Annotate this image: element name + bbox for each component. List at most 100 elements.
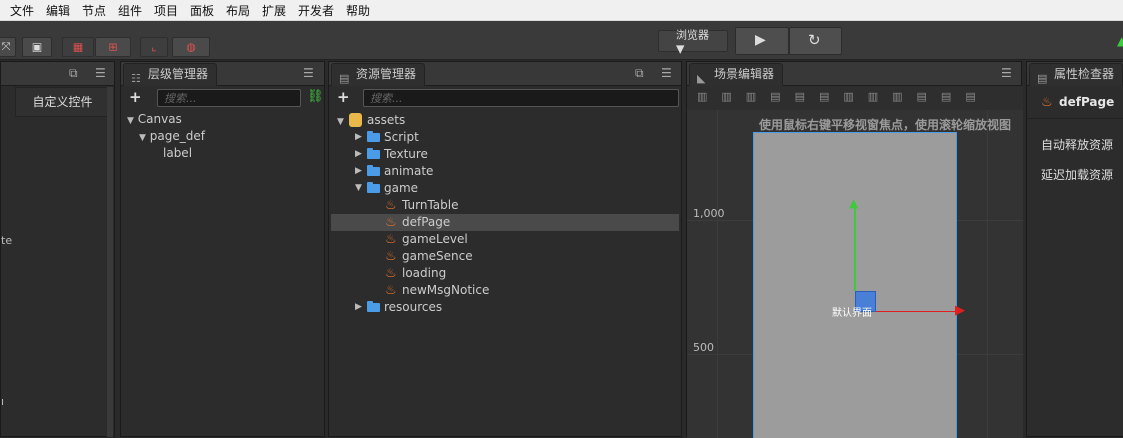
menu-icon[interactable]: ☰ [303,66,314,80]
asset-folder-texture[interactable]: ▶ Texture [355,146,675,163]
toolbar: ⤧ ▣ ▦ ⊞ ⌞ ◍ 浏览器 ▼ ▶ ↻ ▲ [0,21,1123,60]
collapse-arrow-icon: ▶ [355,302,362,312]
hierarchy-panel: ☷层级管理器 ☰ + ⛓ ▼ Canvas ▼ page_def label [120,61,325,437]
fire-icon: ♨ [385,283,397,298]
menu-node[interactable]: 节点 [82,2,106,19]
transform-tool-button[interactable]: ⤧ [0,37,16,57]
popout-icon[interactable]: ⧉ [635,66,644,81]
menu-file[interactable]: 文件 [10,2,34,19]
tree-node-canvas[interactable]: ▼ Canvas [127,111,182,128]
menu-icon[interactable]: ☰ [95,66,106,80]
asset-scene-newmsgnotice[interactable]: ♨ newMsgNotice [385,282,675,299]
popout-icon[interactable]: ⧉ [69,66,78,81]
asset-root-label: assets [367,113,406,127]
scene-viewport[interactable]: 1,000 500 使用鼠标右键平移视窗焦点，使用滚轮缩放视图 ▲ ▶ 默认界面 [687,110,1023,438]
rect-tool-button[interactable]: ▣ [22,37,52,57]
refresh-icon: ↻ [808,31,821,49]
divider [1027,118,1123,119]
scale-icon: ⤧ [1,40,11,53]
tab-assets[interactable]: ▤ 资源管理器 [331,63,426,86]
collapse-arrow-icon: ▶ [355,149,362,159]
asset-label: Script [384,130,419,144]
asset-root[interactable]: ▼ assets [337,112,677,129]
y-axis-handle[interactable] [854,205,856,291]
mode-3d-button[interactable]: ⊞ [95,37,131,57]
menu-component[interactable]: 组件 [118,2,142,19]
folder-icon [367,131,380,142]
asset-folder-resources[interactable]: ▶ resources [355,299,675,316]
menu-panel[interactable]: 面板 [190,2,214,19]
expand-arrow-icon: ▼ [127,116,134,126]
asset-label: gameLevel [402,232,468,246]
asset-scene-turntable[interactable]: ♨ TurnTable [385,197,675,214]
tab-scene[interactable]: ◣ 场景编辑器 [689,63,784,86]
align-toolbar: ▥▥▥▤▤▤▥▥▥▤▤▤ [687,86,1023,110]
menu-icon[interactable]: ☰ [661,66,672,80]
hierarchy-tab-label: 层级管理器 [148,67,209,81]
asset-label: defPage [402,215,451,229]
node-name-label: 默认界面 [832,308,872,319]
mode-3d-icon: ⊞ [108,40,118,54]
folder-icon [367,165,380,176]
menu-developer[interactable]: 开发者 [298,2,334,19]
play-icon: ▶ [755,32,766,48]
partial-text-1: te [1,234,13,247]
menu-project[interactable]: 项目 [154,2,178,19]
inspector-node-name: defPage [1059,95,1115,109]
asset-label: loading [402,266,447,280]
custom-widget-button[interactable]: 自定义控件 [15,87,110,117]
pivot-icon: ◍ [186,40,196,54]
assets-search-input[interactable] [363,89,679,107]
y-axis-label-1000: 1,000 [693,207,725,220]
inspector-tab-label: 属性检查器 [1054,67,1115,81]
asset-folder-animate[interactable]: ▶ animate [355,163,675,180]
expand-arrow-icon: ▼ [139,133,146,143]
add-asset-icon[interactable]: + [337,88,350,106]
pivot-button[interactable]: ◍ [172,37,210,57]
menu-help[interactable]: 帮助 [346,2,370,19]
play-button[interactable]: ▶ [735,27,789,55]
tree-node-page-def[interactable]: ▼ page_def [139,128,205,145]
refresh-button[interactable]: ↻ [789,27,842,55]
link-icon[interactable]: ⛓ [307,89,324,104]
asset-scene-gamelevel[interactable]: ♨ gameLevel [385,231,675,248]
mode-2d-icon: ▦ [72,40,84,54]
anchor-button[interactable]: ⌞ [140,37,168,57]
lazy-load-label: 延迟加载资源 [1041,168,1114,182]
menu-edit[interactable]: 编辑 [46,2,70,19]
folder-open-icon [367,182,380,193]
fire-icon: ♨ [385,232,397,247]
scene-tab-label: 场景编辑器 [714,67,775,81]
asset-label: animate [384,164,434,178]
asset-folder-game[interactable]: ▼ game [355,180,675,197]
assets-panel: ▤资源管理器 ⧉ ☰ + ▼ assets ▶ Script ▶ Texture ▶… [328,61,682,437]
menu-layout[interactable]: 布局 [226,2,250,19]
hierarchy-search-input[interactable] [157,89,301,107]
rect-icon: ▣ [31,40,43,54]
node-label: page_def [149,129,205,143]
asset-folder-script[interactable]: ▶ Script [355,129,675,146]
asset-scene-gamesence[interactable]: ♨ gameSence [385,248,675,265]
scene-header: ◣ 场景编辑器 ☰ [687,62,1021,86]
scene-hint: 使用鼠标右键平移视窗焦点，使用滚轮缩放视图 [759,118,1012,132]
scene-panel: ◣ 场景编辑器 ☰ ▥▥▥▤▤▤▥▥▥▤▤▤ 1,000 500 使用鼠标右键平移… [686,61,1023,438]
fire-icon: ♨ [385,198,397,213]
mode-2d-button[interactable]: ▦ [62,37,94,57]
add-node-icon[interactable]: + [129,88,142,106]
asset-scene-defpage-selected[interactable]: ♨ defPage [331,214,679,231]
menu-extension[interactable]: 扩展 [262,2,286,19]
y-axis-label-500: 500 [693,341,714,354]
tab-hierarchy[interactable]: ☷ 层级管理器 [123,63,218,86]
menu-icon[interactable]: ☰ [1001,66,1012,80]
tab-inspector[interactable]: ▤ 属性检查器 [1029,63,1123,86]
tree-node-label[interactable]: label [163,145,192,162]
align-icons[interactable]: ▥▥▥▤▤▤▥▥▥▤▤▤ [697,90,990,103]
scrollbar[interactable] [107,87,113,437]
properties-icon: ▤ [1037,72,1048,85]
asset-scene-loading[interactable]: ♨ loading [385,265,675,282]
x-axis-handle[interactable] [875,311,957,312]
menu-bar: 文件 编辑 节点 组件 项目 面板 布局 扩展 开发者 帮助 [0,0,1123,21]
fire-icon: ♨ [385,266,397,281]
preview-platform-select[interactable]: 浏览器 ▼ [658,29,728,56]
asset-label: gameSence [402,249,473,263]
